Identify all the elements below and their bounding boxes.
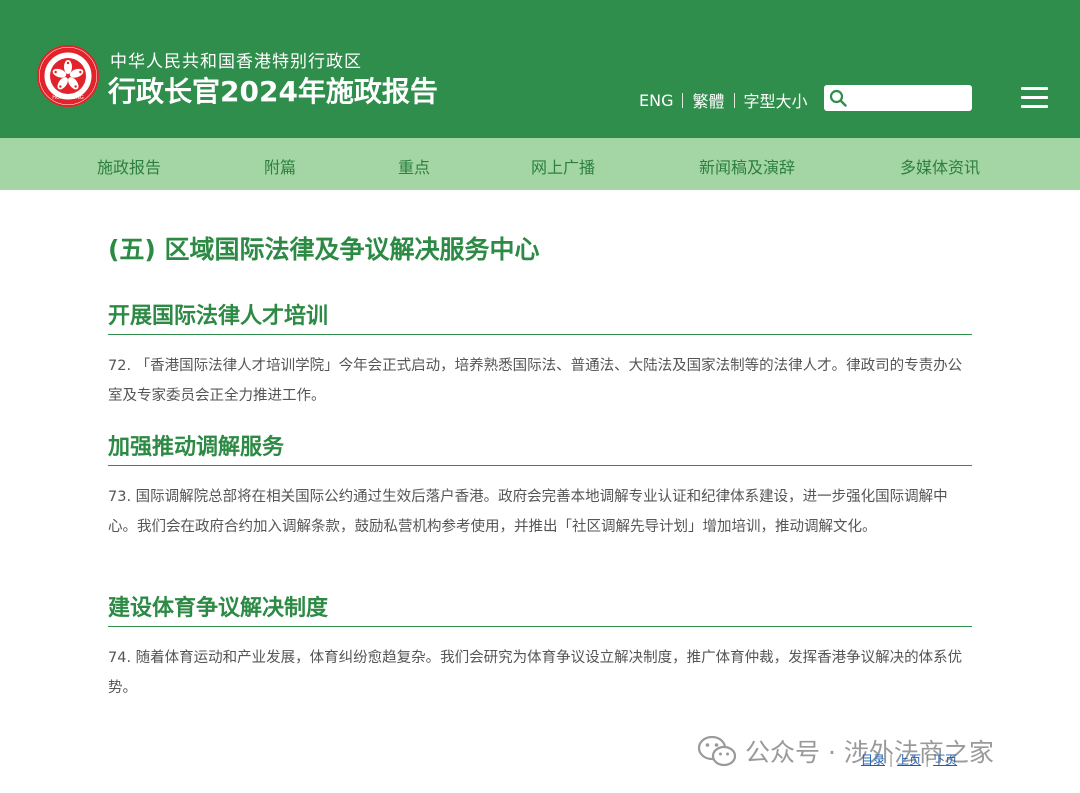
pager-contents-link[interactable]: 目录: [861, 753, 885, 767]
paragraph: 74. 随着体育运动和产业发展，体育纠纷愈趋复杂。我们会研究为体育争议设立解决制…: [108, 650, 963, 696]
search-box: [824, 85, 972, 111]
subsection-heading: 建设体育争议解决制度: [108, 590, 972, 627]
page: HONG KONG 中华人民共和国香港特别行政区 行政长官2024年施政报告 E…: [0, 0, 1080, 793]
language-bar: ENG 繁體 字型大小: [639, 88, 808, 112]
hk-emblem-icon[interactable]: HONG KONG: [37, 45, 99, 107]
site-header: HONG KONG 中华人民共和国香港特别行政区 行政长官2024年施政报告 E…: [0, 0, 1080, 138]
hamburger-menu-icon[interactable]: [1021, 87, 1048, 109]
divider: [682, 92, 684, 108]
divider: [733, 92, 735, 108]
nav-item-supplement[interactable]: 附篇: [264, 154, 296, 178]
org-name: 中华人民共和国香港特别行政区: [110, 52, 362, 72]
section-title: (五) 区域国际法律及争议解决服务中心: [108, 235, 540, 264]
pager-prev-link[interactable]: 上页: [897, 753, 921, 767]
search-icon[interactable]: [829, 89, 847, 107]
paragraph: 73. 国际调解院总部将在相关国际公约通过生效后落户香港。政府会完善本地调解专业…: [108, 489, 948, 535]
nav-item-press-releases[interactable]: 新闻稿及演辞: [699, 154, 795, 178]
pager: 目录 | 上页 | 下页: [861, 751, 957, 768]
nav-item-webcast[interactable]: 网上广播: [531, 154, 595, 178]
report-title[interactable]: 行政长官2024年施政报告: [108, 70, 438, 110]
lang-english-link[interactable]: ENG: [639, 91, 673, 110]
wechat-icon: [697, 735, 737, 767]
menu-bar: [1021, 87, 1048, 90]
pager-next-link[interactable]: 下页: [933, 753, 957, 767]
lang-traditional-link[interactable]: 繁體: [692, 88, 724, 112]
nav-item-multimedia[interactable]: 多媒体资讯: [900, 154, 980, 178]
subsection-heading: 开展国际法律人才培训: [108, 298, 972, 335]
main-nav: 施政报告 附篇 重点 网上广播 新闻稿及演辞 多媒体资讯: [0, 138, 1080, 190]
emblem-text: HONG KONG: [52, 95, 84, 101]
menu-bar: [1021, 105, 1048, 108]
search-input[interactable]: [852, 87, 967, 109]
divider: |: [889, 753, 894, 767]
font-size-link[interactable]: 字型大小: [744, 88, 808, 112]
nav-item-policy-address[interactable]: 施政报告: [97, 154, 161, 178]
nav-item-highlights[interactable]: 重点: [398, 154, 430, 178]
paragraph: 72. 「香港国际法律人才培训学院」今年会正式启动，培养熟悉国际法、普通法、大陆…: [108, 358, 963, 404]
menu-bar: [1021, 96, 1048, 99]
divider: |: [925, 753, 930, 767]
subsection-heading: 加强推动调解服务: [108, 429, 972, 466]
